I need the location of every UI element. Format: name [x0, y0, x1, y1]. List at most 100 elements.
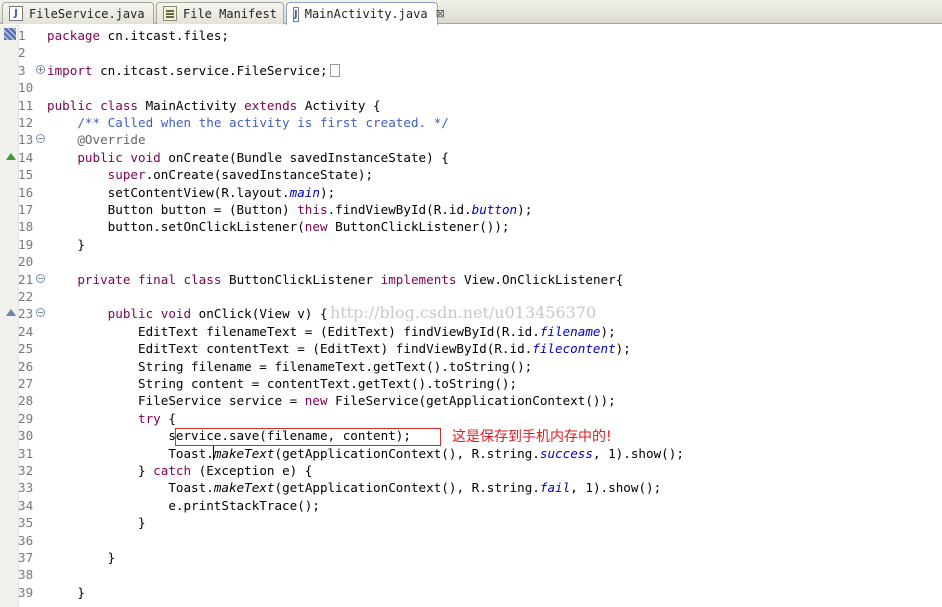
code-token: @Override	[77, 132, 146, 148]
line-number: 10	[18, 80, 34, 96]
code-line[interactable]: 18 button.setOnClickListener(new ButtonC…	[0, 218, 942, 235]
collapse-fold-icon[interactable]: −	[36, 308, 45, 318]
code-token: String filename = filenameText.getText()…	[47, 358, 533, 374]
code-line[interactable]: 12 /** Called when the activity is first…	[0, 114, 942, 131]
code-token: }	[47, 550, 116, 565]
code-token: }	[47, 515, 146, 531]
code-line[interactable]: 33 Toast.makeText(getApplicationContext(…	[0, 479, 942, 496]
code-text: setContentView(R.layout.main);	[47, 184, 336, 201]
code-token: main	[289, 184, 320, 200]
code-line[interactable]: 31 Toast.makeText(getApplicationContext(…	[0, 445, 942, 462]
code-line[interactable]: 20	[0, 253, 942, 270]
line-number: 27	[18, 376, 34, 391]
code-text: }	[47, 514, 146, 531]
code-line[interactable]: 1 package cn.itcast.files;	[0, 27, 942, 44]
code-token: filename	[539, 323, 601, 339]
code-token: (getApplicationContext(), R.string.	[274, 445, 540, 461]
code-token: e.printStackTrace();	[47, 497, 320, 513]
code-line[interactable]: 2	[0, 44, 942, 61]
highlight-box	[175, 428, 441, 446]
collapsed-block-icon[interactable]	[329, 63, 340, 77]
code-line[interactable]: 34 e.printStackTrace();	[0, 497, 942, 514]
code-line[interactable]: 26 String filename = filenameText.getTex…	[0, 358, 942, 375]
tab-label: MainActivity.java	[304, 7, 428, 21]
code-token: this	[297, 202, 328, 217]
code-token: (Exception e) {	[191, 463, 313, 478]
code-line[interactable]: 27 String content = contentText.getText(…	[0, 375, 942, 392]
code-token: setContentView(R.layout.	[47, 184, 290, 200]
line-number: 34	[18, 497, 34, 513]
code-token: /** Called when the activity is first cr…	[77, 115, 449, 130]
code-line[interactable]: 35 }	[0, 514, 942, 531]
code-line[interactable]: 38	[0, 566, 942, 583]
code-line[interactable]: 10	[0, 79, 942, 96]
code-line[interactable]: 21− private final class ButtonClickListe…	[0, 271, 942, 288]
code-line[interactable]: 19 }	[0, 236, 942, 253]
code-token: FileService service =	[47, 393, 305, 409]
tab-label: File Manifest	[183, 6, 277, 21]
code-line[interactable]: 14 public void onCreate(Bundle savedInst…	[0, 149, 942, 166]
line-number: 14	[18, 149, 34, 165]
code-line[interactable]: 16 setContentView(R.layout.main);	[0, 184, 942, 201]
code-token: View.OnClickListener{	[456, 271, 624, 287]
code-token: button	[471, 202, 518, 217]
code-token: package	[47, 28, 101, 43]
code-token: super	[107, 167, 146, 183]
code-text: String content = contentText.getText().t…	[47, 375, 517, 392]
line-number: 12	[18, 115, 34, 130]
code-token: .findViewById(R.id.	[327, 202, 472, 217]
expand-fold-icon[interactable]: +	[36, 64, 45, 74]
tab-mainactivity-java[interactable]: J MainActivity.java ⊠	[286, 2, 445, 25]
line-number: 2	[18, 45, 26, 61]
tab-fileservice-java[interactable]: J FileService.java	[2, 2, 154, 24]
code-token: public void	[77, 149, 161, 165]
code-text: /** Called when the activity is first cr…	[47, 114, 449, 131]
code-token: ButtonClickListener	[221, 271, 381, 287]
line-number: 13	[18, 132, 34, 148]
code-line[interactable]: 28 FileService service = new FileService…	[0, 392, 942, 409]
code-text: button.setOnClickListener(new ButtonClic…	[47, 218, 510, 235]
code-line[interactable]: 13− @Override	[0, 131, 942, 148]
code-line[interactable]: 32 } catch (Exception e) {	[0, 462, 942, 479]
code-line[interactable]: 29 try {	[0, 410, 942, 427]
code-text: EditText contentText = (EditText) findVi…	[47, 340, 631, 357]
tab-file-manifest[interactable]: File Manifest	[156, 2, 284, 24]
line-number: 38	[18, 567, 34, 583]
code-token: Activity {	[297, 97, 381, 113]
code-text: public void onClick(View v) {	[47, 305, 328, 322]
code-text: EditText filenameText = (EditText) findV…	[47, 323, 616, 340]
code-line[interactable]: 3 + import cn.itcast.service.FileService;	[0, 62, 942, 79]
code-line[interactable]: 11 public class MainActivity extends Acti…	[0, 97, 942, 114]
code-line[interactable]: 15 super.onCreate(savedInstanceState);	[0, 166, 942, 183]
code-token: extends	[244, 97, 298, 113]
code-token: button.setOnClickListener(	[47, 219, 305, 235]
line-number: 30	[18, 428, 34, 444]
tab-label: FileService.java	[29, 6, 145, 21]
code-line[interactable]: 24 EditText filenameText = (EditText) fi…	[0, 323, 942, 340]
code-text: try {	[47, 410, 176, 427]
code-line[interactable]: 36	[0, 532, 942, 549]
line-number: 37	[18, 550, 34, 565]
code-token: cn.itcast.service.FileService;	[100, 62, 328, 78]
java-file-icon: J	[293, 6, 299, 22]
code-token: );	[319, 184, 336, 200]
line-number: 19	[18, 236, 34, 252]
code-token: .onCreate(savedInstanceState);	[145, 167, 374, 183]
code-token: public class	[47, 97, 138, 113]
close-icon[interactable]: ⊠	[436, 8, 445, 20]
code-token: try	[138, 410, 161, 426]
line-number: 21	[18, 271, 34, 287]
override-marker-icon	[6, 152, 16, 160]
code-line[interactable]: 17 Button button = (Button) this.findVie…	[0, 201, 942, 218]
code-token: );	[600, 323, 616, 339]
code-text: public class MainActivity extends Activi…	[47, 97, 381, 114]
code-line[interactable]: 37 }	[0, 549, 942, 566]
collapse-fold-icon[interactable]: −	[36, 134, 45, 144]
collapse-fold-icon[interactable]: −	[36, 273, 45, 283]
code-token: FileService(getApplicationContext());	[327, 393, 616, 409]
code-line[interactable]: 39 }	[0, 584, 942, 601]
code-editor[interactable]: 1 package cn.itcast.files; 2 3 + import cn.it…	[0, 25, 942, 607]
code-line[interactable]: 25 EditText contentText = (EditText) fin…	[0, 340, 942, 357]
code-token: new	[304, 219, 328, 235]
